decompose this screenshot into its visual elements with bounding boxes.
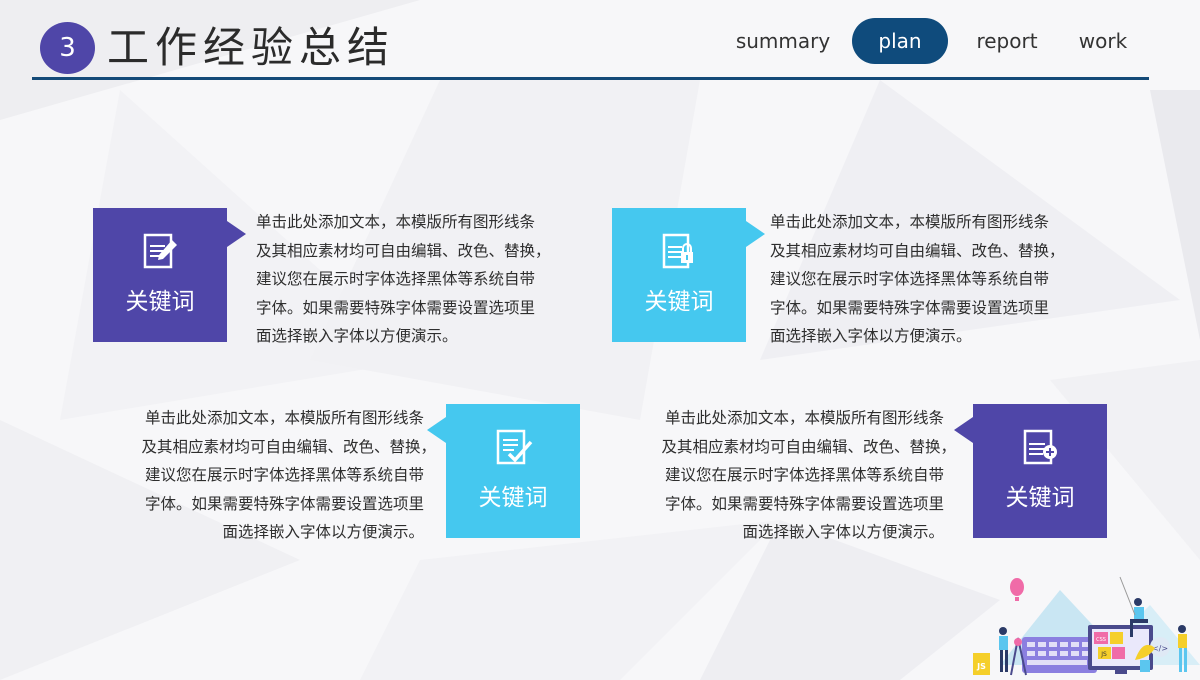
text-line: 及其相应素材均可自由编辑、改色、替换， (256, 241, 551, 260)
header-divider (32, 77, 1149, 80)
text-line: 建议您在展示时字体选择黑体等系统自带 (664, 466, 944, 484)
document-add-icon (1023, 429, 1057, 465)
text-line: 单击此处添加文本，本模版所有图形线条 (770, 213, 1050, 231)
keyword-label: 关键词 (125, 289, 195, 315)
css-label: CSS (1096, 637, 1106, 643)
js-file-label: JS (976, 662, 986, 671)
text-line: 及其相应素材均可自由编辑、改色、替换， (770, 241, 1065, 260)
monitor-stand (1115, 670, 1127, 674)
text-line: 单击此处添加文本，本模版所有图形线条 (664, 409, 944, 427)
top-nav: summary plan report work (724, 18, 1136, 66)
text-line: 字体。如果需要特殊字体需要设置选项里 (664, 494, 944, 513)
fishing-rod (1119, 576, 1136, 616)
keyword-card-3[interactable]: 关键词 (446, 404, 580, 538)
text-line: 及其相应素材均可自由编辑、改色、替换， (141, 437, 436, 456)
balloon-basket (1015, 597, 1019, 601)
keyword-label: 关键词 (478, 485, 548, 511)
text-line: 面选择嵌入字体以方便演示。 (256, 327, 458, 345)
document-edit-icon (143, 233, 177, 269)
card-description-1: 单击此处添加文本，本模版所有图形线条 及其相应素材均可自由编辑、改色、替换， 建议您… (256, 208, 551, 351)
text-line: 建议您在展示时字体选择黑体等系统自带 (770, 270, 1050, 288)
text-line: 建议您在展示时字体选择黑体等系统自带 (144, 466, 424, 484)
puzzle-piece (1110, 632, 1123, 644)
nav-tab-plan[interactable]: plan (852, 18, 948, 64)
puzzle-piece (1112, 647, 1125, 659)
card-description-3: 单击此处添加文本，本模版所有图形线条 及其相应素材均可自由编辑、改色、替换， 建议您… (141, 404, 436, 547)
text-line: 面选择嵌入字体以方便演示。 (770, 327, 972, 345)
text-line: 字体。如果需要特殊字体需要设置选项里 (256, 298, 536, 317)
balloon-icon (1010, 578, 1024, 596)
nav-tab-summary[interactable]: summary (724, 18, 842, 64)
nav-tab-work[interactable]: work (1070, 18, 1136, 64)
keyword-card-1[interactable]: 关键词 (93, 208, 227, 342)
text-line: 单击此处添加文本，本模版所有图形线条 (256, 213, 536, 231)
card-description-2: 单击此处添加文本，本模版所有图形线条 及其相应素材均可自由编辑、改色、替换， 建议您… (770, 208, 1065, 351)
card-description-4: 单击此处添加文本，本模版所有图形线条 及其相应素材均可自由编辑、改色、替换， 建议您… (661, 404, 956, 547)
developer-team-illustration: CSS JS JS </> (973, 576, 1200, 676)
text-line: 面选择嵌入字体以方便演示。 (222, 523, 424, 541)
text-line: 面选择嵌入字体以方便演示。 (742, 523, 944, 541)
text-line: 单击此处添加文本，本模版所有图形线条 (144, 409, 424, 427)
document-check-icon (496, 429, 533, 465)
keyword-card-4[interactable]: 关键词 (973, 404, 1107, 538)
text-line: 字体。如果需要特殊字体需要设置选项里 (144, 494, 424, 513)
keyword-label: 关键词 (644, 289, 714, 315)
keyword-label: 关键词 (1005, 485, 1075, 511)
card-pointer (954, 417, 973, 443)
keyword-card-2[interactable]: 关键词 (612, 208, 746, 342)
card-pointer (227, 221, 246, 247)
text-line: 字体。如果需要特殊字体需要设置选项里 (770, 298, 1050, 317)
person-figure-left (999, 627, 1008, 672)
nav-tab-report[interactable]: report (952, 18, 1062, 64)
compass-joint (1014, 638, 1022, 646)
page-title: 工作经验总结 (107, 23, 396, 72)
plant-pot (1140, 660, 1150, 672)
card-pointer (427, 417, 446, 443)
text-line: 建议您在展示时字体选择黑体等系统自带 (256, 270, 536, 288)
card-pointer (746, 221, 765, 247)
text-line: 及其相应素材均可自由编辑、改色、替换， (661, 437, 956, 456)
document-lock-icon (662, 233, 693, 269)
js-label: JS (1100, 651, 1107, 658)
section-number-badge: 3 (40, 22, 95, 74)
